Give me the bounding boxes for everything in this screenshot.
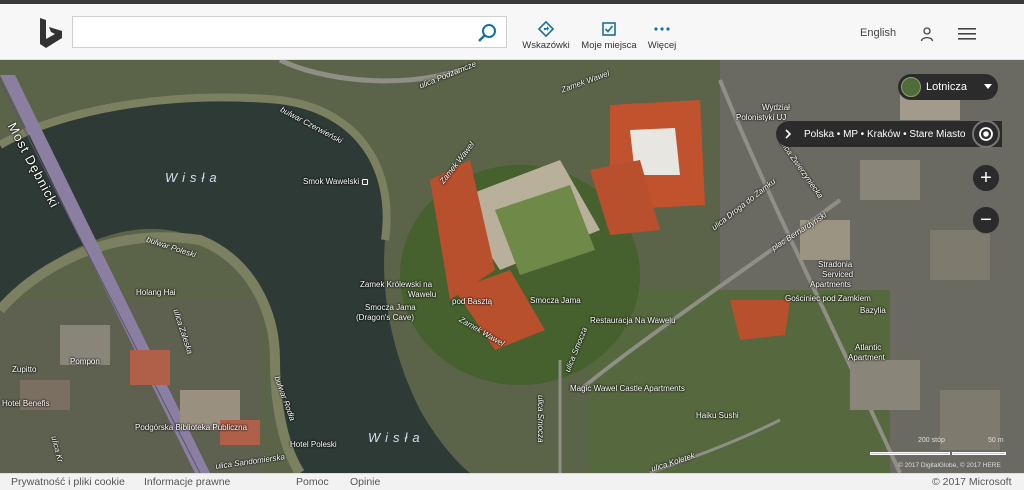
more-icon [654, 27, 670, 31]
poi-label[interactable]: Smok Wawelski [303, 177, 370, 186]
zoom-out-button[interactable]: − [972, 206, 1000, 234]
hamburger-menu-icon[interactable] [958, 27, 976, 41]
locate-icon [979, 127, 993, 141]
more-label: Więcej [647, 40, 677, 51]
river-label: Wisła [165, 170, 222, 185]
map-style-label: Lotnicza [926, 81, 967, 93]
poi-label: Polonistyki UJ [736, 113, 787, 122]
poi-label[interactable]: Magic Wawel Castle Apartments [570, 384, 685, 393]
poi-label: Apartments [810, 280, 851, 289]
scale-right-label: 50 m [988, 437, 1004, 444]
river-label-south: Wisła [368, 430, 425, 445]
poi-label-text: Smok Wawelski [303, 177, 360, 186]
poi-label[interactable]: Smocza Jama [530, 296, 581, 305]
privacy-link[interactable]: Prywatność i pliki cookie [11, 476, 125, 488]
my-places-label: Moje miejsca [581, 40, 637, 51]
poi-label[interactable]: Pompon [70, 357, 100, 366]
aerial-thumbnail-icon [901, 77, 921, 97]
poi-label[interactable]: Holang Hai [136, 288, 176, 297]
language-link[interactable]: English [860, 27, 896, 39]
my-places-button[interactable]: Moje miejsca [580, 20, 638, 51]
map-copyright: © 2017 DigitalGlobe, © 2017 HERE [898, 462, 1001, 469]
scale-left-label: 200 stóp [918, 437, 945, 444]
directions-label: Wskazówki [522, 40, 570, 51]
poi-label[interactable]: Bazylia [860, 306, 886, 315]
chevron-down-icon [984, 84, 992, 89]
map-canvas[interactable]: Most Dębnicki Wisła Wisła bulwar Czerwie… [0, 60, 1024, 473]
poi-label: (Dragon's Cave) [356, 313, 414, 322]
more-button[interactable]: Więcej [644, 20, 680, 51]
bing-logo[interactable] [38, 17, 66, 49]
plus-icon: + [980, 167, 992, 189]
zoom-in-button[interactable]: + [972, 164, 1000, 192]
footer: Prywatność i pliki cookie Informacje pra… [0, 473, 1024, 490]
poi-label: Wawelu [408, 290, 437, 299]
poi-label[interactable]: pod Basztą [452, 297, 492, 306]
chevron-right-icon[interactable] [782, 128, 794, 140]
poi-label[interactable]: Hotel Benefis [2, 399, 50, 408]
poi-label[interactable]: Stradonia [818, 260, 852, 269]
search-input[interactable] [72, 16, 507, 48]
scale-bar-feet [870, 452, 950, 455]
my-places-icon [602, 22, 616, 36]
poi-label[interactable]: Smocza Jama [365, 303, 416, 312]
help-link[interactable]: Pomoc [296, 476, 329, 488]
poi-label: Apartment [848, 353, 885, 362]
poi-label: Serviced [822, 270, 854, 279]
poi-label[interactable]: Zamek Królewski na [360, 280, 432, 289]
minus-icon: − [980, 209, 992, 231]
location-breadcrumb[interactable]: Polska • MP • Kraków • Stare Miasto [776, 121, 1002, 147]
poi-label[interactable]: Atlantic [855, 343, 881, 352]
scale-bar-meters [952, 452, 1006, 455]
feedback-link[interactable]: Opinie [350, 476, 380, 488]
poi-label[interactable]: Wydział [762, 103, 790, 112]
directions-icon [537, 20, 555, 38]
street-label: ulica Smocza [536, 395, 545, 443]
map-style-dropdown[interactable]: Lotnicza [898, 74, 998, 100]
poi-label[interactable]: Gościniec pod Zamkiem [785, 294, 871, 303]
legal-link[interactable]: Informacje prawne [144, 476, 230, 488]
footer-copyright: © 2017 Microsoft [932, 476, 1012, 488]
header: Wskazówki Moje miejsca Więcej English [0, 4, 1024, 60]
poi-label[interactable]: Hotel Poleski [290, 440, 337, 449]
search-icon[interactable] [476, 22, 498, 44]
directions-button[interactable]: Wskazówki [522, 20, 570, 51]
poi-label[interactable]: Haiku Sushi [696, 411, 739, 420]
locate-me-button[interactable] [972, 120, 1000, 148]
poi-label[interactable]: Podgórska Biblioteka Publiczna [135, 423, 247, 432]
poi-label[interactable]: Zupitto [12, 365, 36, 374]
poi-icon [362, 178, 369, 185]
poi-label[interactable]: Restauracja Na Wawelu [590, 316, 676, 325]
user-icon[interactable] [919, 26, 935, 42]
breadcrumb-text[interactable]: Polska • MP • Kraków • Stare Miasto [804, 129, 965, 140]
